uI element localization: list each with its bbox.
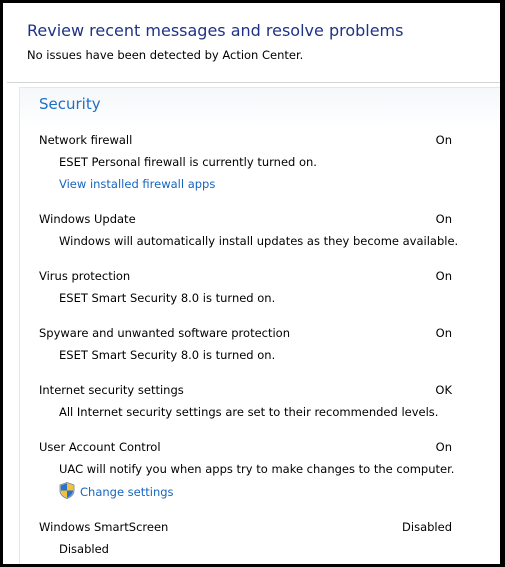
- item-status-spyware-protection: On: [435, 326, 452, 340]
- item-name-virus-protection: Virus protection: [39, 269, 131, 283]
- uac-shield-icon: [59, 482, 75, 499]
- item-status-network-firewall: On: [435, 133, 452, 147]
- change-settings-link[interactable]: Change settings: [80, 485, 174, 499]
- item-desc-network-firewall: ESET Personal firewall is currently turn…: [59, 155, 317, 169]
- item-status-internet-security-settings: OK: [435, 383, 452, 397]
- security-section: Security Network firewall On ESET Person…: [19, 87, 500, 564]
- item-name-spyware-protection: Spyware and unwanted software protection: [39, 326, 291, 340]
- item-name-windows-update: Windows Update: [39, 212, 136, 226]
- item-desc-user-account-control: UAC will notify you when apps try to mak…: [59, 462, 455, 476]
- item-desc-windows-update: Windows will automatically install updat…: [59, 234, 459, 248]
- item-name-network-firewall: Network firewall: [39, 133, 133, 147]
- item-desc-spyware-protection: ESET Smart Security 8.0 is turned on.: [59, 348, 276, 362]
- item-desc-virus-protection: ESET Smart Security 8.0 is turned on.: [59, 291, 276, 305]
- item-desc-windows-smartscreen: Disabled: [59, 542, 109, 556]
- header-divider: [7, 82, 500, 83]
- page-title: Review recent messages and resolve probl…: [27, 21, 404, 40]
- item-status-windows-smartscreen: Disabled: [402, 520, 452, 534]
- section-title-security[interactable]: Security: [39, 95, 101, 113]
- item-name-user-account-control: User Account Control: [39, 440, 161, 454]
- item-name-windows-smartscreen: Windows SmartScreen: [39, 520, 169, 534]
- item-status-user-account-control: On: [435, 440, 452, 454]
- item-status-virus-protection: On: [435, 269, 452, 283]
- view-installed-firewall-apps-link[interactable]: View installed firewall apps: [59, 177, 215, 191]
- item-status-windows-update: On: [435, 212, 452, 226]
- item-name-internet-security-settings: Internet security settings: [39, 383, 184, 397]
- action-center-window: Review recent messages and resolve probl…: [3, 3, 500, 564]
- item-desc-internet-security-settings: All Internet security settings are set t…: [59, 405, 439, 419]
- page-subtitle: No issues have been detected by Action C…: [27, 48, 304, 62]
